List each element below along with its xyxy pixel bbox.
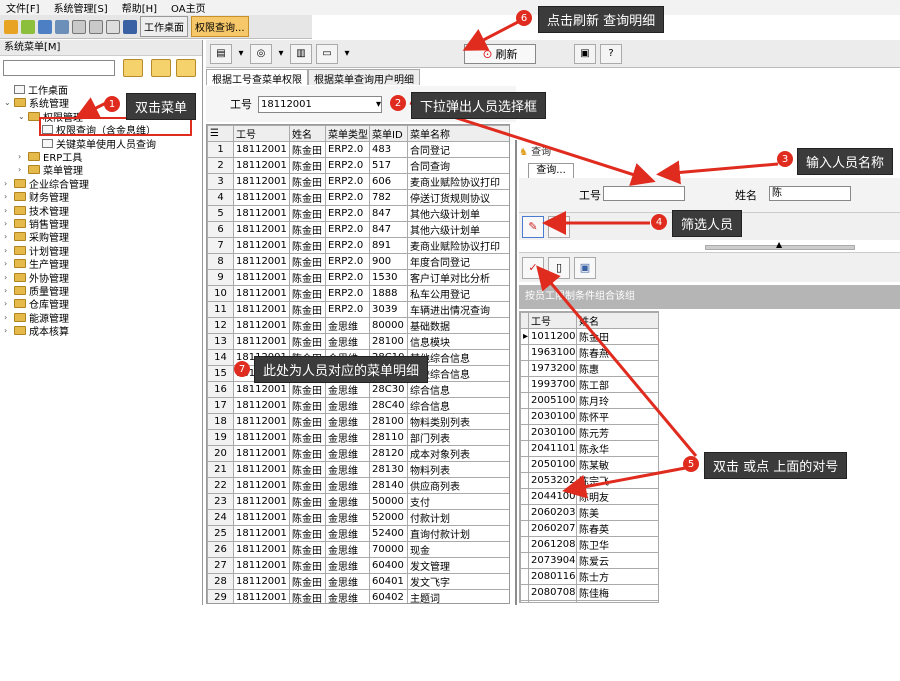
- callout-refresh: 点击刷新 查询明细: [538, 6, 665, 33]
- callout-menu-detail: 此处为人员对应的菜单明细: [254, 356, 429, 383]
- callout-input-name: 输入人员名称: [797, 148, 894, 175]
- step-badge: 2: [390, 95, 406, 111]
- arrow-line: [536, 265, 698, 457]
- step-badge: 6: [516, 10, 532, 26]
- callout-filter: 筛选人员: [672, 210, 743, 237]
- arrow-line: [656, 160, 779, 185]
- step-badge: 3: [777, 151, 793, 167]
- callout-double-click-menu: 双击菜单: [126, 93, 197, 120]
- step-badge: 1: [104, 96, 120, 112]
- arrow-line: [562, 464, 697, 499]
- arrow-line: [462, 20, 519, 51]
- callout-double-click-select: 双击 或点 上面的对号: [704, 452, 848, 479]
- step-badge: 4: [651, 214, 667, 230]
- callout-dropdown: 下拉弹出人员选择框: [411, 92, 547, 119]
- step-badge: 7: [234, 361, 250, 377]
- step-badge: 5: [683, 456, 699, 472]
